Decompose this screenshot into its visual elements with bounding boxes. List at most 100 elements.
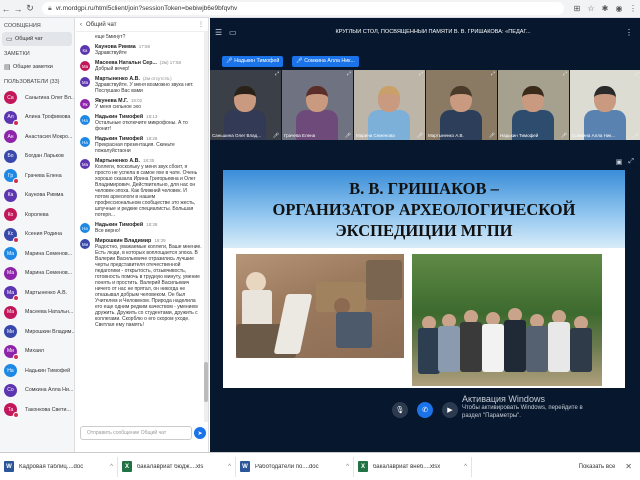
expand-icon[interactable]: ⤢ — [491, 71, 495, 77]
user-name: Анастасия Мокро... — [25, 133, 73, 140]
user-list-item[interactable]: На Надькин Тимофей — [0, 361, 74, 381]
options-menu-icon[interactable]: ⋮ — [623, 28, 635, 37]
profile-icon[interactable]: ◉ — [612, 4, 626, 13]
webcam-tile[interactable]: ⤢ Саньшина Олег Влад... 🎤︎ — [210, 70, 281, 140]
mic-icon: 🎤︎ — [296, 58, 303, 64]
message-time: 17:58 — [138, 44, 150, 49]
user-list-item[interactable]: Ка Каунова Римма — [0, 186, 74, 206]
mic-icon: 🎤︎ — [632, 133, 639, 139]
excavation-photo — [236, 254, 404, 358]
show-all-button[interactable]: Показать все — [569, 464, 626, 470]
sidebar-item-shared-notes[interactable]: ▤ Общие заметки — [0, 60, 74, 74]
avatar: На — [4, 364, 17, 378]
chat-message: На Надькин Тимофей 18:38 Все верно! — [76, 220, 204, 236]
download-item[interactable]: Xбакалавриат внеб....xlsx ^ — [354, 456, 472, 477]
expand-icon[interactable]: ⤢ — [275, 71, 279, 77]
user-list-toggle-icon[interactable]: ☰ — [215, 28, 229, 37]
bookmark-star-icon[interactable]: ☆ — [584, 4, 598, 13]
file-icon: W — [4, 461, 14, 472]
user-name: Алина Трофимова — [25, 114, 71, 121]
user-list-item[interactable]: Ан Анастасия Мокро... — [0, 127, 74, 147]
back-icon[interactable]: ← — [0, 4, 12, 14]
user-list-item[interactable]: Бо Богдан Ларьков — [0, 147, 74, 167]
snapshot-icon[interactable]: ▣ — [616, 158, 623, 168]
user-list-item[interactable]: Со Сомкина Алла Ни... — [0, 381, 74, 401]
notes-header: ЗАМЕТКИ — [4, 51, 30, 57]
webcam-tile[interactable]: ⤢ Грачева Елена 🎤︎ — [282, 70, 353, 140]
forward-icon[interactable]: → — [12, 4, 24, 14]
user-list-item[interactable]: Ма Мартыненко А.В. — [0, 283, 74, 303]
send-button[interactable]: ➤ — [194, 427, 206, 439]
user-list-item[interactable]: Ми Мирошкин Владим... — [0, 322, 74, 342]
webcam-tile[interactable]: ⤢ Марина Семенова 🎤︎ — [354, 70, 425, 140]
fullscreen-icon[interactable]: ⤢ — [628, 158, 634, 168]
chat-input[interactable]: Отправить сообщение Общий чат — [80, 426, 192, 440]
windows-activation-watermark: Активация Windows Чтобы активировать Win… — [462, 394, 583, 420]
webcam-tile[interactable]: ⤢ Надькин Тимофей 🎤︎ — [498, 70, 569, 140]
download-item[interactable]: Xбакалавриат бюдж....xls ^ — [118, 456, 236, 477]
mic-icon: 🎤︎ — [488, 133, 495, 139]
user-list-item[interactable]: Ма Марина Семенов... — [0, 264, 74, 284]
avatar: Ма — [4, 266, 17, 280]
mic-icon: 🎤︎ — [344, 133, 351, 139]
mute-button[interactable]: 🎙︎ — [392, 402, 408, 418]
chevron-left-icon[interactable]: ‹ — [80, 22, 82, 28]
message-list: еще 5минут? Ка Каунова Римма 17:58 Здравству… — [76, 32, 204, 422]
camera-icon: ▶ — [447, 407, 453, 414]
user-list-item[interactable]: Са Саныгина Олег Вл... — [0, 88, 74, 108]
chevron-up-icon[interactable]: ^ — [346, 464, 349, 470]
avatar: Кс — [4, 227, 19, 243]
user-list-item[interactable]: Ал Алина Трофимова — [0, 108, 74, 128]
sidebar-item-label: Общий чат — [15, 36, 43, 42]
chat-options-icon[interactable]: ⋮ — [198, 21, 204, 28]
expand-icon[interactable]: ⤢ — [347, 71, 351, 77]
chat-message: На Надькин Тимофей 18:28 Прекрасная презент… — [76, 134, 204, 156]
avatar: Та — [4, 403, 19, 419]
sidebar-item-public-chat[interactable]: ▭ Общий чат — [2, 32, 72, 46]
user-name: Надькин Тимофей — [25, 367, 71, 374]
expand-icon[interactable]: ⤢ — [635, 71, 639, 77]
message-text: Остальные отключите микрофоны. А то фони… — [95, 120, 188, 132]
chat-scrollbar[interactable] — [204, 32, 208, 422]
watermark-line: Чтобы активировать Windows, перейдите в — [462, 405, 583, 411]
chat-toggle-icon[interactable]: ▭ — [229, 28, 243, 37]
webcam-tile[interactable]: ⤢ Мартыненко А.В. 🎤︎ — [426, 70, 497, 140]
extension-icon[interactable]: ✱ — [598, 4, 612, 13]
status-badge — [13, 295, 19, 302]
menu-dots-icon[interactable]: ⋮ — [626, 4, 640, 13]
user-list-item[interactable]: Гр Грачева Елена — [0, 166, 74, 186]
message-text: У меня сильное эхо — [95, 104, 141, 110]
chat-icon: ▭ — [6, 36, 13, 43]
meeting-title: КРУГЛЫЙ СТОЛ, ПОСВЯЩЕННЫЙ ПАМЯТИ В. В. Г… — [335, 29, 531, 35]
chevron-up-icon[interactable]: ^ — [464, 464, 467, 470]
translate-icon[interactable]: ⊞ — [570, 4, 584, 13]
user-list-item[interactable]: Кс Ксения Родина — [0, 225, 74, 245]
mic-icon: 🎤︎ — [226, 58, 233, 64]
send-icon: ➤ — [197, 430, 203, 437]
avatar: На — [80, 223, 90, 233]
presentation-controls: ▣ ⤢ — [210, 158, 640, 168]
webcam-tile[interactable]: ⤢ Сомкина Алла Ник... 🎤︎ — [570, 70, 640, 140]
avatar: Ма — [4, 286, 19, 302]
address-bar[interactable]: 🔒︎ vr.mordgpi.ru/html5client/join?sessio… — [42, 2, 564, 15]
avatar: Ма — [4, 247, 17, 261]
conference-topbar: ☰ ▭ КРУГЛЫЙ СТОЛ, ПОСВЯЩЕННЫЙ ПАМЯТИ В. … — [210, 18, 640, 46]
download-item[interactable]: W Кадровая таблиц....doc ^ — [0, 456, 118, 477]
user-name: Ксения Родина — [25, 231, 62, 238]
close-icon[interactable]: ✕ — [625, 462, 640, 471]
webcam-label: Марина Семенова — [356, 133, 395, 138]
user-list-item[interactable]: Та Таконкова Свети... — [0, 400, 74, 420]
expand-icon[interactable]: ⤢ — [419, 71, 423, 77]
audio-button[interactable]: ✆ — [417, 402, 433, 418]
download-item[interactable]: W Работодатели по....doc ^ — [236, 456, 354, 477]
chevron-up-icon[interactable]: ^ — [228, 464, 231, 470]
chevron-up-icon[interactable]: ^ — [110, 464, 113, 470]
reload-icon[interactable]: ↻ — [24, 3, 36, 14]
user-list-item[interactable]: Ми Михаил — [0, 342, 74, 362]
video-button[interactable]: ▶ — [442, 402, 458, 418]
user-list-item[interactable]: Ма Марина Семенов... — [0, 244, 74, 264]
user-list-item[interactable]: Ма Масеева Натальн... — [0, 303, 74, 323]
message-text: еще 5минут? — [95, 34, 126, 40]
expand-icon[interactable]: ⤢ — [563, 71, 567, 77]
user-list-item[interactable]: Ко Королева — [0, 205, 74, 225]
